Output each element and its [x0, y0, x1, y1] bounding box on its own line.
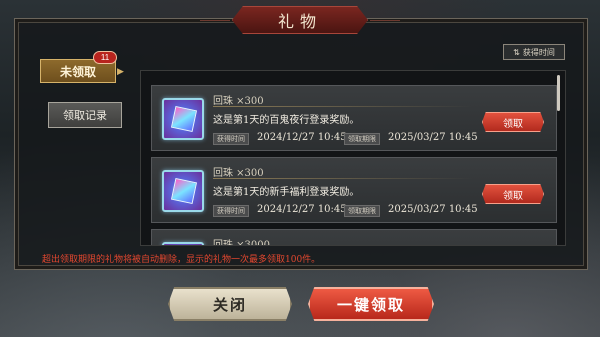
- claim-button-label: 领取: [503, 190, 523, 202]
- claim-all-button-label: 一键领取: [336, 295, 405, 314]
- tab-claim-history-label: 领取记录: [63, 110, 107, 122]
- sort-by-time-button[interactable]: ⇅ 获得时间: [503, 44, 565, 60]
- window-title-plate: 礼物: [232, 6, 368, 34]
- claim-button[interactable]: 领取: [482, 112, 544, 132]
- tab-selected-arrow-icon: ▶: [117, 66, 124, 76]
- tab-claim-history[interactable]: 领取记录: [48, 102, 122, 128]
- gift-card: 回珠 ×3000: [151, 229, 557, 246]
- gem-item-icon: [162, 242, 204, 245]
- deadline-tag: 领取期限: [344, 205, 380, 217]
- unclaimed-count-badge: 11: [93, 51, 117, 64]
- gift-card: 回珠 ×300 这是第1天的新手福利登录奖励。 获得时间 2024/12/27 …: [151, 157, 557, 223]
- gift-item-name: 回珠 ×300: [213, 168, 264, 179]
- deadline-tag: 领取期限: [344, 133, 380, 145]
- gem-item-icon: [162, 98, 204, 140]
- deadline-value: 2025/03/27 10:45: [388, 132, 478, 143]
- deadline-value: 2025/03/27 10:45: [388, 204, 478, 215]
- gem-item-icon: [162, 170, 204, 212]
- claim-button[interactable]: 领取: [482, 184, 544, 204]
- name-divider: [213, 106, 473, 107]
- list-scrollbar[interactable]: [557, 75, 560, 111]
- gift-item-name: 回珠 ×3000: [213, 240, 271, 246]
- close-button-label: 关闭: [212, 295, 247, 314]
- tab-unclaimed-label: 未领取: [59, 64, 96, 79]
- close-button[interactable]: 关闭: [168, 287, 292, 321]
- obtained-time-value: 2024/12/27 10:45: [257, 204, 347, 215]
- window-title: 礼物: [277, 12, 322, 31]
- sort-label: 获得时间: [522, 47, 555, 57]
- obtained-time-value: 2024/12/27 10:45: [257, 132, 347, 143]
- claim-button-label: 领取: [503, 118, 523, 130]
- title-divider-left: [200, 20, 230, 21]
- badge-count: 11: [100, 53, 110, 62]
- gift-description: 这是第1天的百鬼夜行登录奖励。: [213, 115, 360, 126]
- obtained-time-tag: 获得时间: [213, 205, 249, 217]
- sort-icon: ⇅: [513, 47, 520, 57]
- obtained-time-tag: 获得时间: [213, 133, 249, 145]
- gift-description: 这是第1天的新手福利登录奖励。: [213, 187, 360, 198]
- title-divider-right: [370, 20, 400, 21]
- gift-list[interactable]: 回珠 ×300 这是第1天的百鬼夜行登录奖励。 获得时间 2024/12/27 …: [140, 70, 566, 246]
- name-divider: [213, 178, 473, 179]
- gift-item-name: 回珠 ×300: [213, 96, 264, 107]
- gift-card: 回珠 ×300 这是第1天的百鬼夜行登录奖励。 获得时间 2024/12/27 …: [151, 85, 557, 151]
- claim-all-button[interactable]: 一键领取: [308, 287, 434, 321]
- expiry-notice: 超出领取期限的礼物将被自动删除，显示的礼物一次最多领取100件。: [42, 255, 321, 265]
